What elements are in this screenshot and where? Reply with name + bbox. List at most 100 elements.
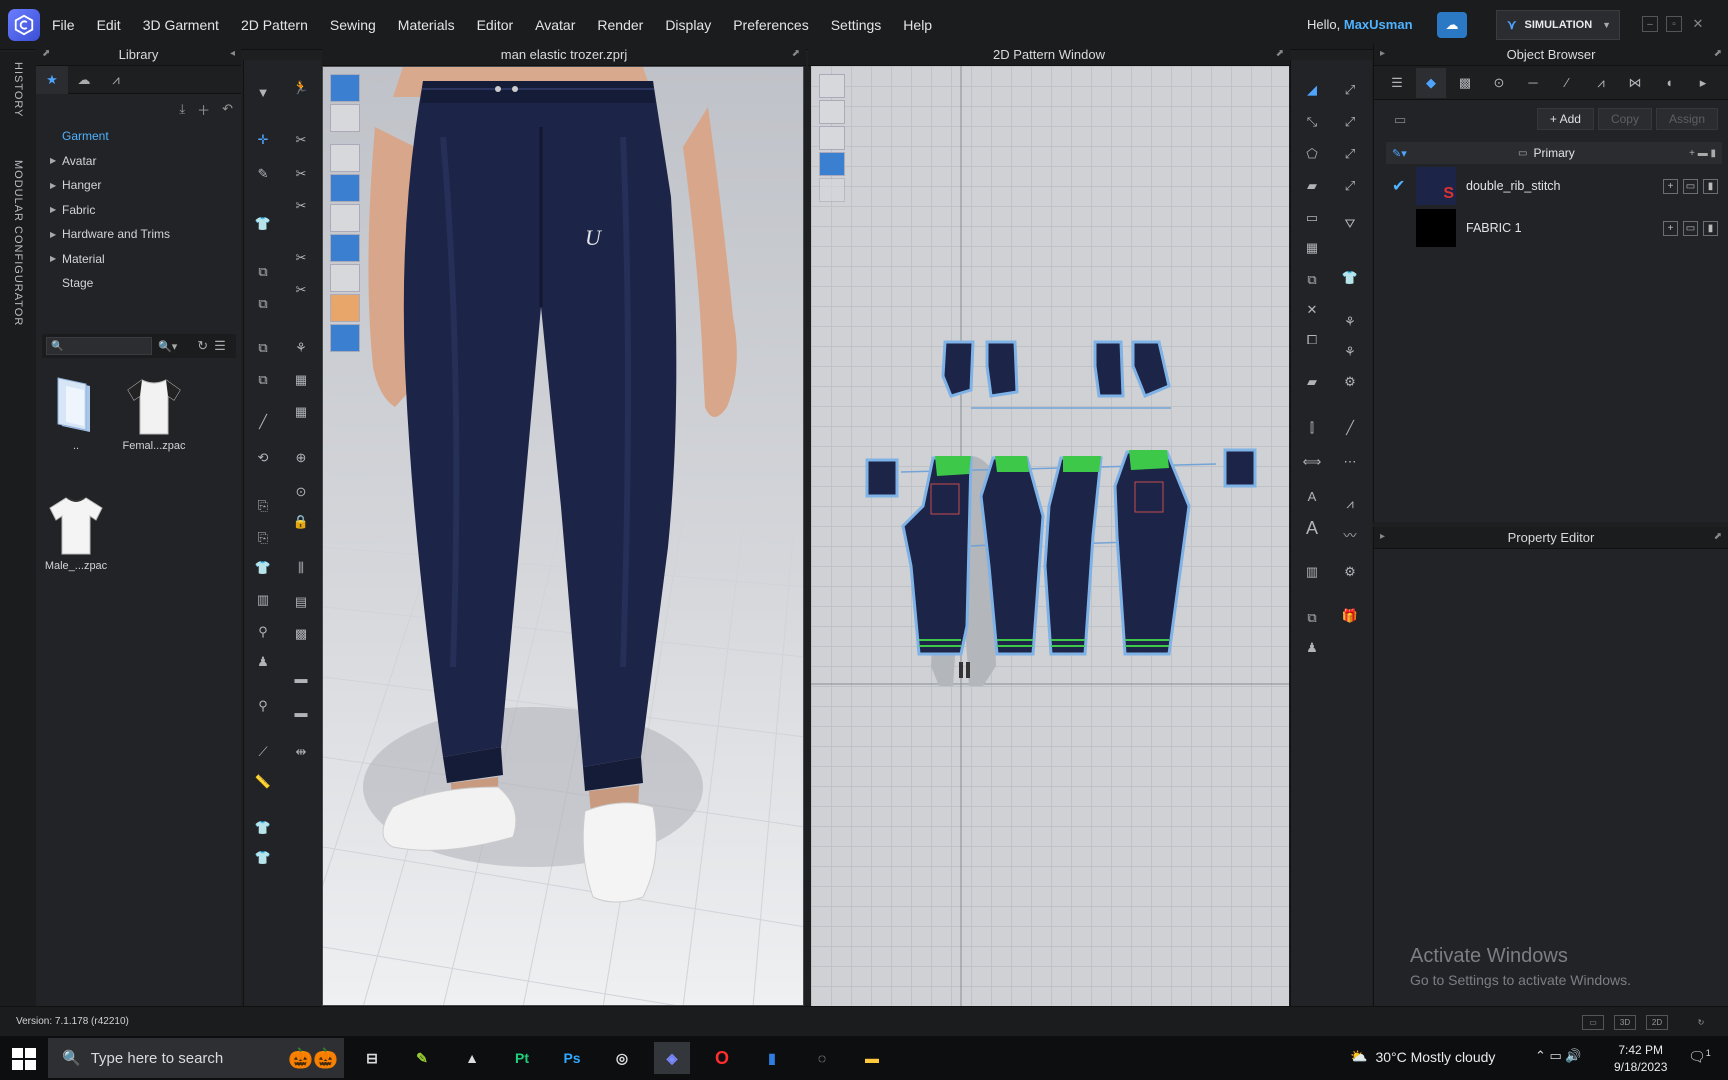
task-view-icon[interactable]: ⊟ xyxy=(354,1042,390,1074)
fold-line-icon[interactable]: ▰ xyxy=(1299,370,1325,394)
render-mode-icon[interactable] xyxy=(330,74,360,102)
grid-icon[interactable]: ▦ xyxy=(1299,236,1325,260)
text-icon[interactable]: A xyxy=(1299,484,1325,508)
minimize-button[interactable]: – xyxy=(1642,16,1658,32)
refresh-icon[interactable]: ↻ xyxy=(197,338,208,354)
collapse-icon[interactable]: ▸ xyxy=(1380,531,1385,542)
zipper-tab-icon[interactable]: ⩘ xyxy=(1586,68,1616,98)
lock-icon[interactable]: 🔒 xyxy=(288,510,314,534)
photos-app-icon[interactable]: ▲ xyxy=(454,1042,490,1074)
collapse-icon[interactable]: ▸ xyxy=(1380,48,1385,59)
skin-display-icon[interactable] xyxy=(330,294,360,322)
menu-edit[interactable]: Edit xyxy=(97,17,121,33)
popout-icon[interactable]: ⬈ xyxy=(1276,48,1284,59)
menu-avatar[interactable]: Avatar xyxy=(535,17,575,33)
dash-line-icon[interactable]: ⋯ xyxy=(1337,450,1363,474)
assign-fabric-button[interactable]: Assign xyxy=(1655,108,1718,130)
menu-editor[interactable]: Editor xyxy=(477,17,514,33)
zigzag-icon[interactable]: ⩘ xyxy=(1337,492,1363,516)
topstitch-tab-icon[interactable]: ⁄ xyxy=(1552,68,1582,98)
cloud-tab-icon[interactable]: ☁ xyxy=(68,66,100,94)
collapse-icon[interactable]: ◂ xyxy=(230,48,235,59)
windows-start-icon[interactable] xyxy=(10,1046,38,1072)
fabric-display-icon[interactable] xyxy=(330,234,360,262)
close-button[interactable]: ✕ xyxy=(1690,16,1706,32)
select-move-icon[interactable]: ▼ xyxy=(250,80,276,104)
edit-icon[interactable]: ✎▾ xyxy=(1386,147,1416,160)
2d-pattern-viewport[interactable] xyxy=(811,66,1289,1006)
buttonhole-tab-icon[interactable]: ─ xyxy=(1518,68,1548,98)
shadow-display-icon[interactable] xyxy=(330,264,360,292)
back-icon[interactable]: ↶ xyxy=(222,101,233,117)
opera-icon[interactable]: O xyxy=(704,1042,740,1074)
iron-icon[interactable]: ⛛ xyxy=(1337,212,1363,236)
favorites-tab-star-icon[interactable]: ★ xyxy=(36,65,68,94)
info-icon[interactable] xyxy=(819,126,845,150)
avatar-display-icon[interactable] xyxy=(330,204,360,232)
download-icon[interactable]: ⤓ xyxy=(179,101,185,117)
pin-icon[interactable]: ✂ xyxy=(288,246,314,270)
polygon-icon[interactable]: ⬠ xyxy=(1299,142,1325,166)
shirt-display-icon[interactable] xyxy=(819,178,845,202)
tack-icon[interactable]: ✂ xyxy=(288,128,314,152)
delete-icon[interactable]: ▮ xyxy=(1703,178,1718,194)
app-pen-icon[interactable]: ✎ xyxy=(404,1042,440,1074)
search-filter-icon[interactable]: 🔍▾ xyxy=(158,340,177,353)
menu-display[interactable]: Display xyxy=(665,17,711,33)
refresh-icon[interactable]: ↻ xyxy=(1690,1015,1712,1030)
2d-view-button[interactable]: 2D xyxy=(1646,1015,1668,1030)
taskbar-clock[interactable]: 7:42 PM 9/18/2023 xyxy=(1614,1042,1667,1076)
folder-icon[interactable]: ▭ xyxy=(1394,112,1406,128)
garment-display-icon[interactable] xyxy=(330,104,360,132)
zipper-icon[interactable]: ⎘ xyxy=(250,494,276,518)
measure-icon[interactable]: ✂ xyxy=(288,194,314,218)
segment-sewing-icon[interactable]: ⫿ xyxy=(1299,416,1325,440)
strap-icon[interactable]: ⟋ xyxy=(250,740,276,764)
figure-icon[interactable]: ♟ xyxy=(1299,636,1325,660)
layer-icon[interactable]: ▩ xyxy=(288,622,314,646)
bow-tab-icon[interactable]: ⋈ xyxy=(1620,68,1650,98)
shoe-tab-icon[interactable]: ◖ xyxy=(1654,68,1684,98)
list-tab-icon[interactable]: ☰ xyxy=(1382,68,1412,98)
3d-view-button[interactable]: 3D xyxy=(1614,1015,1636,1030)
fabric-tab-icon[interactable]: ◆ xyxy=(1416,67,1446,98)
menu-sewing[interactable]: Sewing xyxy=(330,17,376,33)
menu-settings[interactable]: Settings xyxy=(831,17,882,33)
pocket-icon[interactable]: ▥ xyxy=(250,588,276,612)
menu-materials[interactable]: Materials xyxy=(398,17,455,33)
tree-item-hanger[interactable]: ▶ Hanger xyxy=(50,173,241,198)
ruler-grid-icon[interactable]: ▥ xyxy=(1299,560,1325,584)
username[interactable]: MaxUsman xyxy=(1344,17,1413,32)
fabric-row-double-rib-stitch[interactable]: ✔ S double_rib_stitch + ▭ ▮ xyxy=(1386,166,1722,206)
fabric-row-fabric-1[interactable]: FABRIC 1 + ▭ ▮ xyxy=(1386,208,1722,248)
annotation-icon[interactable]: A xyxy=(1299,516,1325,540)
texture-icon[interactable]: ▦ xyxy=(288,400,314,424)
simulation-mode-dropdown[interactable]: ⋎ SIMULATION ▼ xyxy=(1496,10,1620,40)
cloud-sync-icon[interactable]: ☁ xyxy=(1437,12,1467,38)
store-icon[interactable]: ▮ xyxy=(754,1042,790,1074)
gift-icon[interactable]: 🎁 xyxy=(1337,604,1363,628)
3d-viewport[interactable]: U xyxy=(322,66,804,1006)
delete-icon[interactable]: ▮ xyxy=(1703,220,1718,236)
add-to-group-icon[interactable]: + xyxy=(1663,220,1678,236)
photoshop-icon[interactable]: Ps xyxy=(554,1042,590,1074)
history-tab[interactable]: HISTORY xyxy=(12,62,24,118)
avatar-pose-icon[interactable]: 🏃 xyxy=(288,76,314,100)
grade-icon[interactable]: ▦ xyxy=(288,368,314,392)
menu-2d-pattern[interactable]: 2D Pattern xyxy=(241,17,308,33)
transform-pattern-icon[interactable]: ◢ xyxy=(1299,78,1325,102)
pycharm-icon[interactable]: Pt xyxy=(504,1042,540,1074)
line-icon[interactable]: ╱ xyxy=(250,410,276,434)
cut-icon[interactable]: ✂ xyxy=(288,278,314,302)
weather-widget[interactable]: ⛅ 30°C Mostly cloudy xyxy=(1350,1048,1495,1065)
modular-configurator-tab[interactable]: MODULAR CONFIGURATOR xyxy=(12,160,24,326)
edit-curve-icon[interactable]: ⤢ xyxy=(1337,110,1363,134)
file-thumb-parent[interactable]: .. xyxy=(36,374,116,452)
file-thumb-female[interactable]: Femal...zpac xyxy=(114,374,194,452)
shirt-icon[interactable]: 👕 xyxy=(1337,266,1363,290)
shirt-alt2-icon[interactable]: 👕 xyxy=(250,846,276,870)
menu-file[interactable]: File xyxy=(52,17,75,33)
system-tray-icons[interactable]: ⌃ ▭ 🔊 xyxy=(1535,1048,1582,1064)
tree-item-hardware-trims[interactable]: ▶ Hardware and Trims xyxy=(50,222,241,247)
hanger-icon[interactable]: ⚲ xyxy=(250,620,276,644)
